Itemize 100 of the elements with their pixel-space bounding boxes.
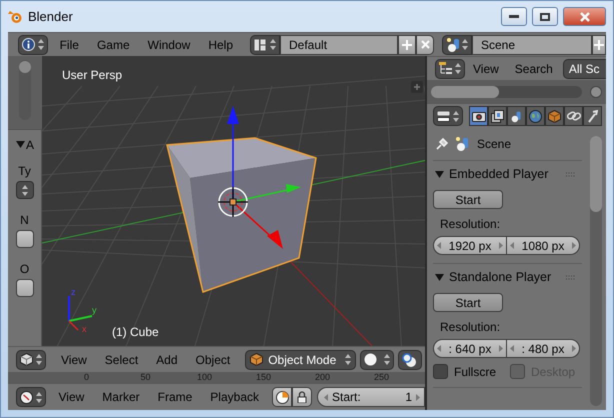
up-down-arrows-icon — [36, 354, 42, 365]
panel-header[interactable]: Embedded Player — [433, 161, 582, 187]
keying-button[interactable] — [272, 387, 292, 407]
frame-number: 150 — [254, 373, 272, 382]
menu-item[interactable]: Game — [88, 38, 139, 52]
screen-layout-field[interactable]: Default — [280, 34, 398, 54]
shading-dropdown[interactable] — [360, 350, 394, 370]
timeline-ruler[interactable]: 0 50 100 150 200 250 — [8, 372, 425, 383]
menu-item[interactable]: File — [50, 38, 88, 52]
menu-item[interactable]: Window — [138, 38, 200, 52]
properties-tab[interactable] — [507, 106, 526, 126]
scrollbar-track[interactable] — [431, 86, 582, 98]
frame-number: 200 — [314, 373, 332, 382]
properties-tab[interactable] — [564, 106, 583, 126]
menu-item[interactable]: Select — [96, 352, 148, 366]
lock-button[interactable] — [292, 387, 312, 407]
properties-tab[interactable] — [469, 106, 488, 126]
axis-label: x — [82, 324, 86, 334]
axis-indicator-icon — [68, 296, 92, 331]
pivot-dropdown[interactable] — [398, 350, 422, 370]
toggle-button[interactable] — [16, 279, 34, 297]
menu-item[interactable]: View — [52, 352, 96, 366]
up-down-arrows-icon — [455, 63, 461, 74]
close-button[interactable] — [563, 7, 606, 26]
properties-tab[interactable] — [545, 106, 564, 126]
checkbox-option[interactable]: Fullscre — [433, 364, 496, 379]
close-icon — [580, 12, 590, 22]
drag-handle-icon[interactable] — [566, 274, 576, 280]
up-down-arrows-icon — [36, 392, 42, 402]
add-button[interactable] — [398, 34, 416, 54]
scene-field[interactable]: Scene — [472, 34, 592, 54]
delete-button[interactable] — [416, 34, 434, 54]
pie-chart-icon — [276, 390, 288, 404]
frame-number: 250 — [372, 373, 390, 382]
add-button[interactable] — [592, 34, 606, 54]
menu-item[interactable]: View — [465, 62, 507, 76]
spinner-button[interactable] — [16, 181, 34, 199]
up-down-arrows-icon — [345, 354, 352, 365]
start-button[interactable]: Start — [433, 293, 503, 312]
menu-item[interactable]: Add — [147, 352, 187, 366]
stacked-images-icon — [491, 110, 504, 122]
transform-gizmo-drawing[interactable] — [217, 106, 301, 249]
editor-type-button[interactable] — [16, 350, 46, 370]
up-down-arrows-icon — [462, 39, 468, 50]
disclosure-triangle-icon[interactable] — [435, 170, 444, 178]
minimize-button[interactable] — [501, 7, 527, 26]
menu-item[interactable]: Frame — [148, 390, 202, 404]
mode-dropdown[interactable]: Object Mode — [245, 350, 356, 370]
axis-label: y — [92, 305, 96, 315]
properties-tab[interactable] — [488, 106, 507, 126]
menu-item[interactable]: Search — [506, 62, 561, 76]
close-icon — [420, 40, 430, 49]
scrollbar-track[interactable] — [590, 136, 602, 406]
axis-label: z — [71, 287, 76, 297]
menu-item[interactable]: Playback — [201, 390, 268, 404]
scroll-knob-icon[interactable] — [590, 86, 602, 98]
panel-tab-label[interactable]: A — [26, 138, 34, 152]
plus-icon — [402, 40, 412, 50]
tool-label: N — [20, 213, 29, 227]
minimize-icon — [509, 15, 519, 18]
collapse-triangle-icon[interactable] — [16, 141, 25, 149]
scene-button[interactable] — [442, 34, 472, 54]
properties-tab[interactable] — [526, 106, 545, 126]
up-down-arrows-icon — [384, 354, 390, 365]
disclosure-triangle-icon[interactable] — [435, 272, 444, 282]
lock-icon — [297, 391, 307, 403]
pin-icon[interactable] — [435, 137, 449, 151]
menu-item[interactable]: Help — [199, 38, 242, 52]
editor-type-button[interactable] — [16, 387, 46, 407]
checkbox[interactable] — [433, 364, 448, 379]
cube-drawing[interactable] — [166, 137, 317, 293]
filter-dropdown[interactable]: All Sc — [562, 58, 606, 78]
app-logo-icon — [7, 10, 23, 24]
menu-item[interactable]: View — [49, 390, 94, 404]
properties-tab[interactable] — [583, 106, 602, 126]
panel-header[interactable]: Standalone Player — [433, 264, 582, 290]
drag-handle-icon[interactable] — [566, 172, 576, 176]
editor-type-button[interactable] — [18, 34, 48, 54]
chain-link-icon — [566, 110, 580, 122]
screen-layout-button[interactable] — [250, 34, 280, 54]
editor-type-button[interactable] — [435, 58, 465, 78]
scrollbar-thumb[interactable] — [590, 136, 602, 212]
maximize-button[interactable] — [532, 7, 558, 26]
layout-icon — [254, 38, 266, 50]
up-down-arrows-icon — [22, 184, 28, 196]
menu-item[interactable]: Marker — [93, 390, 149, 404]
scroll-handle-icon[interactable] — [18, 60, 32, 120]
view-name: User Persp — [62, 68, 122, 82]
toggle-button[interactable] — [16, 230, 34, 248]
camera-icon — [472, 110, 486, 122]
editor-type-button[interactable] — [433, 106, 463, 126]
plus-icon[interactable] — [411, 81, 423, 93]
up-down-arrows-icon — [453, 110, 459, 122]
scrollbar-thumb[interactable] — [431, 86, 499, 98]
start-button[interactable]: Start — [433, 190, 503, 209]
menu-item[interactable]: Object — [186, 352, 240, 366]
maximize-icon — [540, 12, 550, 20]
resolution-label: Resolution: — [440, 217, 502, 231]
frame-number: 100 — [196, 373, 214, 382]
plus-icon — [594, 40, 604, 50]
